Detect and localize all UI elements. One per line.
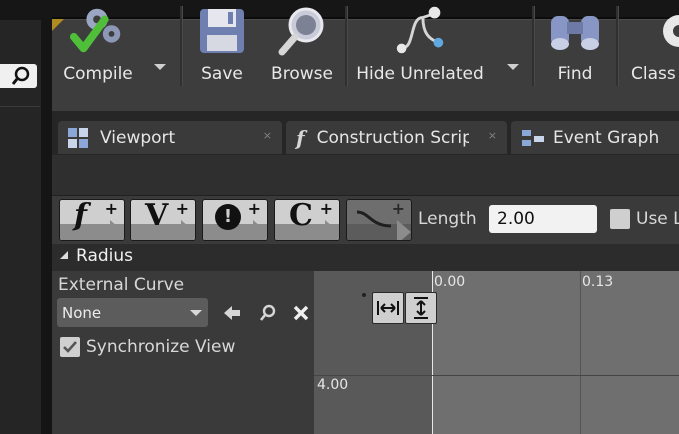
toolbar-separator: [345, 6, 348, 86]
binoculars-icon: [551, 16, 599, 50]
zoom-to-fit-vertical-button[interactable]: [405, 292, 437, 324]
curve-icon: [356, 210, 392, 228]
close-icon[interactable]: ×: [488, 129, 497, 142]
graph-x-label: 0.00: [434, 274, 466, 290]
float-track-icon: f: [74, 199, 87, 233]
compile-button[interactable]: Compile: [58, 0, 138, 92]
compile-options-arrow[interactable]: [154, 64, 166, 70]
gear-icon: [663, 15, 679, 47]
search-icon[interactable]: [12, 65, 34, 87]
left-search-input[interactable]: [0, 64, 37, 88]
class-settings-button[interactable]: Class: [626, 0, 679, 92]
graph-gridline: [314, 375, 679, 376]
synchronize-view-label: Synchronize View: [86, 337, 236, 357]
radius-track-title: Radius: [76, 246, 134, 266]
length-label: Length: [418, 209, 477, 229]
save-label: Save: [201, 64, 243, 84]
browse-button[interactable]: Browse: [266, 0, 338, 92]
magnifier-icon: [278, 7, 324, 56]
hide-unrelated-label: Hide Unrelated: [356, 64, 484, 84]
plus-icon: +: [319, 199, 333, 218]
graph-marker: [362, 293, 366, 297]
hide-unrelated-button[interactable]: Hide Unrelated: [356, 0, 484, 92]
function-icon: f: [296, 125, 305, 150]
tab-event-graph-label: Event Graph: [553, 127, 660, 148]
find-button[interactable]: Find: [544, 0, 606, 92]
plus-icon: +: [175, 199, 189, 218]
add-float-track-button[interactable]: f +: [59, 199, 125, 241]
floppy-disk-icon: [200, 9, 244, 53]
timeline-header-strip: [52, 155, 679, 196]
tab-viewport-label: Viewport: [100, 127, 176, 148]
event-graph-icon: [522, 129, 544, 146]
curve-graph-active-range: [432, 271, 679, 434]
plus-icon: +: [104, 199, 118, 218]
color-track-icon: C: [289, 199, 313, 233]
add-event-track-button[interactable]: ! +: [202, 199, 268, 241]
use-last-keyframe-checkbox[interactable]: [610, 209, 630, 229]
toolbar-separator: [180, 6, 183, 86]
checkmark-icon: [63, 341, 77, 353]
external-curve-label: External Curve: [58, 275, 185, 295]
find-label: Find: [557, 64, 593, 84]
length-input[interactable]: [489, 205, 597, 233]
fit-vertical-icon: [414, 297, 428, 319]
chevron-down-icon: [190, 310, 202, 316]
tab-viewport[interactable]: Viewport ×: [58, 121, 282, 154]
zoom-to-fit-horizontal-button[interactable]: [372, 292, 404, 324]
use-selected-arrow-icon[interactable]: [222, 304, 242, 322]
browse-asset-icon[interactable]: [258, 304, 278, 322]
tab-construction-script[interactable]: f Construction Script ×: [286, 121, 507, 154]
save-button[interactable]: Save: [192, 0, 252, 92]
radius-track-header[interactable]: [52, 244, 679, 271]
clear-icon[interactable]: [292, 304, 310, 322]
add-color-track-button[interactable]: C +: [274, 199, 340, 241]
node-graph-icon: [396, 6, 444, 54]
viewport-grid-icon: [68, 127, 88, 148]
graph-x-label: 0.13: [582, 274, 614, 290]
class-label: Class: [631, 64, 676, 84]
vector-track-icon: V: [145, 199, 169, 233]
external-curve-value: None: [62, 304, 102, 322]
collapse-triangle-icon[interactable]: [60, 251, 68, 259]
panel-splitter[interactable]: [41, 20, 52, 434]
use-last-keyframe-label: Use L: [636, 209, 679, 229]
left-panel-divider: [0, 106, 40, 107]
button-arrow-tail: [60, 220, 124, 240]
toolbar-separator: [532, 6, 535, 86]
plus-icon: +: [247, 199, 261, 218]
event-track-icon: !: [215, 204, 241, 230]
fit-horizontal-icon: [377, 301, 399, 315]
toolbar-separator: [616, 6, 619, 86]
close-icon[interactable]: ×: [263, 129, 272, 142]
graph-y-label: 4.00: [317, 377, 349, 393]
hide-unrelated-options-arrow[interactable]: [507, 64, 519, 70]
synchronize-view-checkbox[interactable]: [60, 337, 80, 357]
compile-label: Compile: [63, 64, 133, 84]
compile-gears-check-icon: [69, 8, 121, 53]
browse-label: Browse: [271, 64, 333, 84]
add-vector-track-button[interactable]: V +: [130, 199, 196, 241]
tab-event-graph[interactable]: Event Graph: [511, 121, 679, 154]
tab-construction-script-label: Construction Script: [316, 127, 469, 148]
plus-icon: +: [391, 199, 405, 218]
graph-gridline: [580, 271, 581, 434]
add-external-curve-button[interactable]: +: [346, 199, 412, 241]
